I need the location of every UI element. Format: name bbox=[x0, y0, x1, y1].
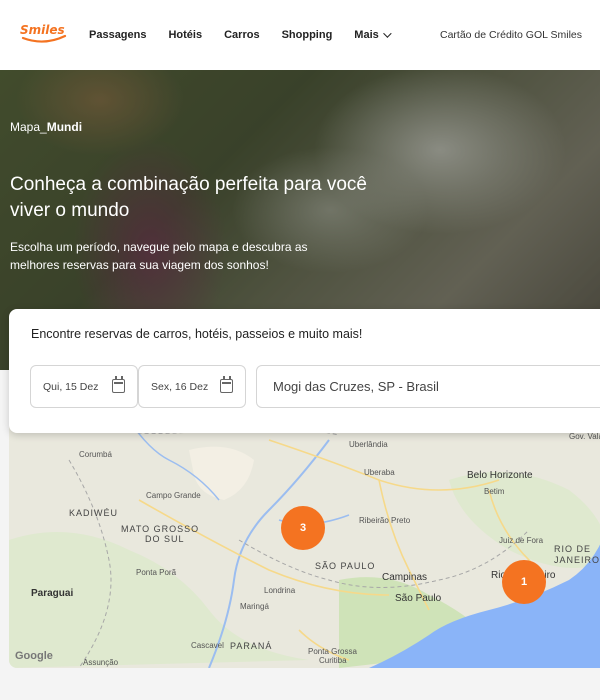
map-label-paraguai: Paraguai bbox=[31, 588, 74, 599]
smiles-logo[interactable]: Smiles bbox=[20, 22, 68, 49]
hero-subtitle: Escolha um período, navegue pelo mapa e … bbox=[10, 240, 308, 272]
nav-carros[interactable]: Carros bbox=[224, 29, 259, 41]
map-cluster-marker[interactable]: 3 bbox=[281, 506, 325, 550]
svg-text:Smiles: Smiles bbox=[20, 23, 65, 37]
search-title: Encontre reservas de carros, hotéis, pas… bbox=[31, 327, 363, 341]
map-label-ponta-pora: Ponta Porã bbox=[136, 568, 177, 577]
map-label-ribeirao-preto: Ribeirão Preto bbox=[359, 516, 411, 525]
checkout-date-field[interactable]: Sex, 16 Dez bbox=[138, 365, 246, 408]
map-label-sao-paulo: São Paulo bbox=[395, 593, 442, 604]
nav-mais[interactable]: Mais bbox=[354, 29, 392, 41]
map-label-assuncao: Assunção bbox=[83, 658, 119, 667]
reservations-map[interactable]: Corumbá Uberlândia Gov. Valadares Uberab… bbox=[9, 420, 600, 668]
hero-content: Mapa_Mundi Conheça a combinação perfeita… bbox=[10, 120, 380, 274]
map-label-kadiweu: KADIWÉU bbox=[69, 508, 119, 518]
map-cluster-marker[interactable]: 1 bbox=[502, 560, 546, 604]
calendar-icon bbox=[220, 376, 233, 393]
map-label-cascavel: Cascavel bbox=[191, 641, 224, 650]
map-label-rio-de: RIO DE bbox=[554, 544, 592, 554]
map-label-uberlandia: Uberlândia bbox=[349, 440, 388, 449]
checkout-date-value: Sex, 16 Dez bbox=[151, 380, 209, 393]
checkin-date-value: Qui, 15 Dez bbox=[43, 380, 99, 393]
top-navbar: Smiles Passagens Hotéis Carros Shopping … bbox=[0, 0, 600, 70]
map-label-maringa: Maringá bbox=[240, 602, 269, 611]
map-label-janeiro: JANEIRO bbox=[554, 555, 600, 565]
map-label-londrina: Londrina bbox=[264, 586, 296, 595]
map-label-campinas: Campinas bbox=[382, 572, 428, 583]
location-value: Mogi das Cruzes, SP - Brasil bbox=[273, 379, 439, 394]
map-label-do-sul: DO SUL bbox=[145, 534, 185, 544]
checkin-date-field[interactable]: Qui, 15 Dez bbox=[30, 365, 138, 408]
nav-passagens[interactable]: Passagens bbox=[89, 29, 146, 41]
map-label-juiz-de-fora: Juiz de Fora bbox=[499, 536, 544, 545]
map-label-uberaba: Uberaba bbox=[364, 468, 395, 477]
chevron-down-icon bbox=[382, 29, 392, 38]
map-label-betim: Betim bbox=[484, 487, 505, 496]
nav-hoteis[interactable]: Hotéis bbox=[168, 29, 202, 41]
calendar-icon bbox=[112, 376, 125, 393]
search-card: Encontre reservas de carros, hotéis, pas… bbox=[9, 309, 600, 433]
map-label-corumba: Corumbá bbox=[79, 450, 112, 459]
map-label-sao-paulo-state: SÃO PAULO bbox=[315, 561, 376, 571]
map-label-parana: PARANÁ bbox=[230, 641, 273, 651]
main-nav: Passagens Hotéis Carros Shopping Mais bbox=[89, 0, 411, 70]
map-label-campo-grande: Campo Grande bbox=[146, 491, 201, 500]
mapa-mundi-brand: Mapa_Mundi bbox=[10, 120, 83, 134]
map-label-belo-horizonte: Belo Horizonte bbox=[467, 470, 533, 481]
google-logo[interactable]: Google bbox=[15, 650, 53, 662]
nav-shopping[interactable]: Shopping bbox=[282, 29, 333, 41]
map-label-ponta-grossa: Ponta Grossa bbox=[308, 647, 357, 656]
map-label-curitiba: Curitiba bbox=[319, 656, 347, 665]
map-label-gov-valadares: Gov. Valadares bbox=[569, 432, 600, 441]
map-label-mato-grosso: MATO GROSSO bbox=[121, 524, 200, 534]
header-right-links: Cartão de Crédito GOL Smiles C bbox=[440, 0, 600, 70]
hero-title: Conheça a combinação perfeita para você … bbox=[10, 174, 368, 221]
location-input[interactable]: Mogi das Cruzes, SP - Brasil bbox=[256, 365, 600, 408]
credit-card-link[interactable]: Cartão de Crédito GOL Smiles bbox=[440, 29, 582, 41]
